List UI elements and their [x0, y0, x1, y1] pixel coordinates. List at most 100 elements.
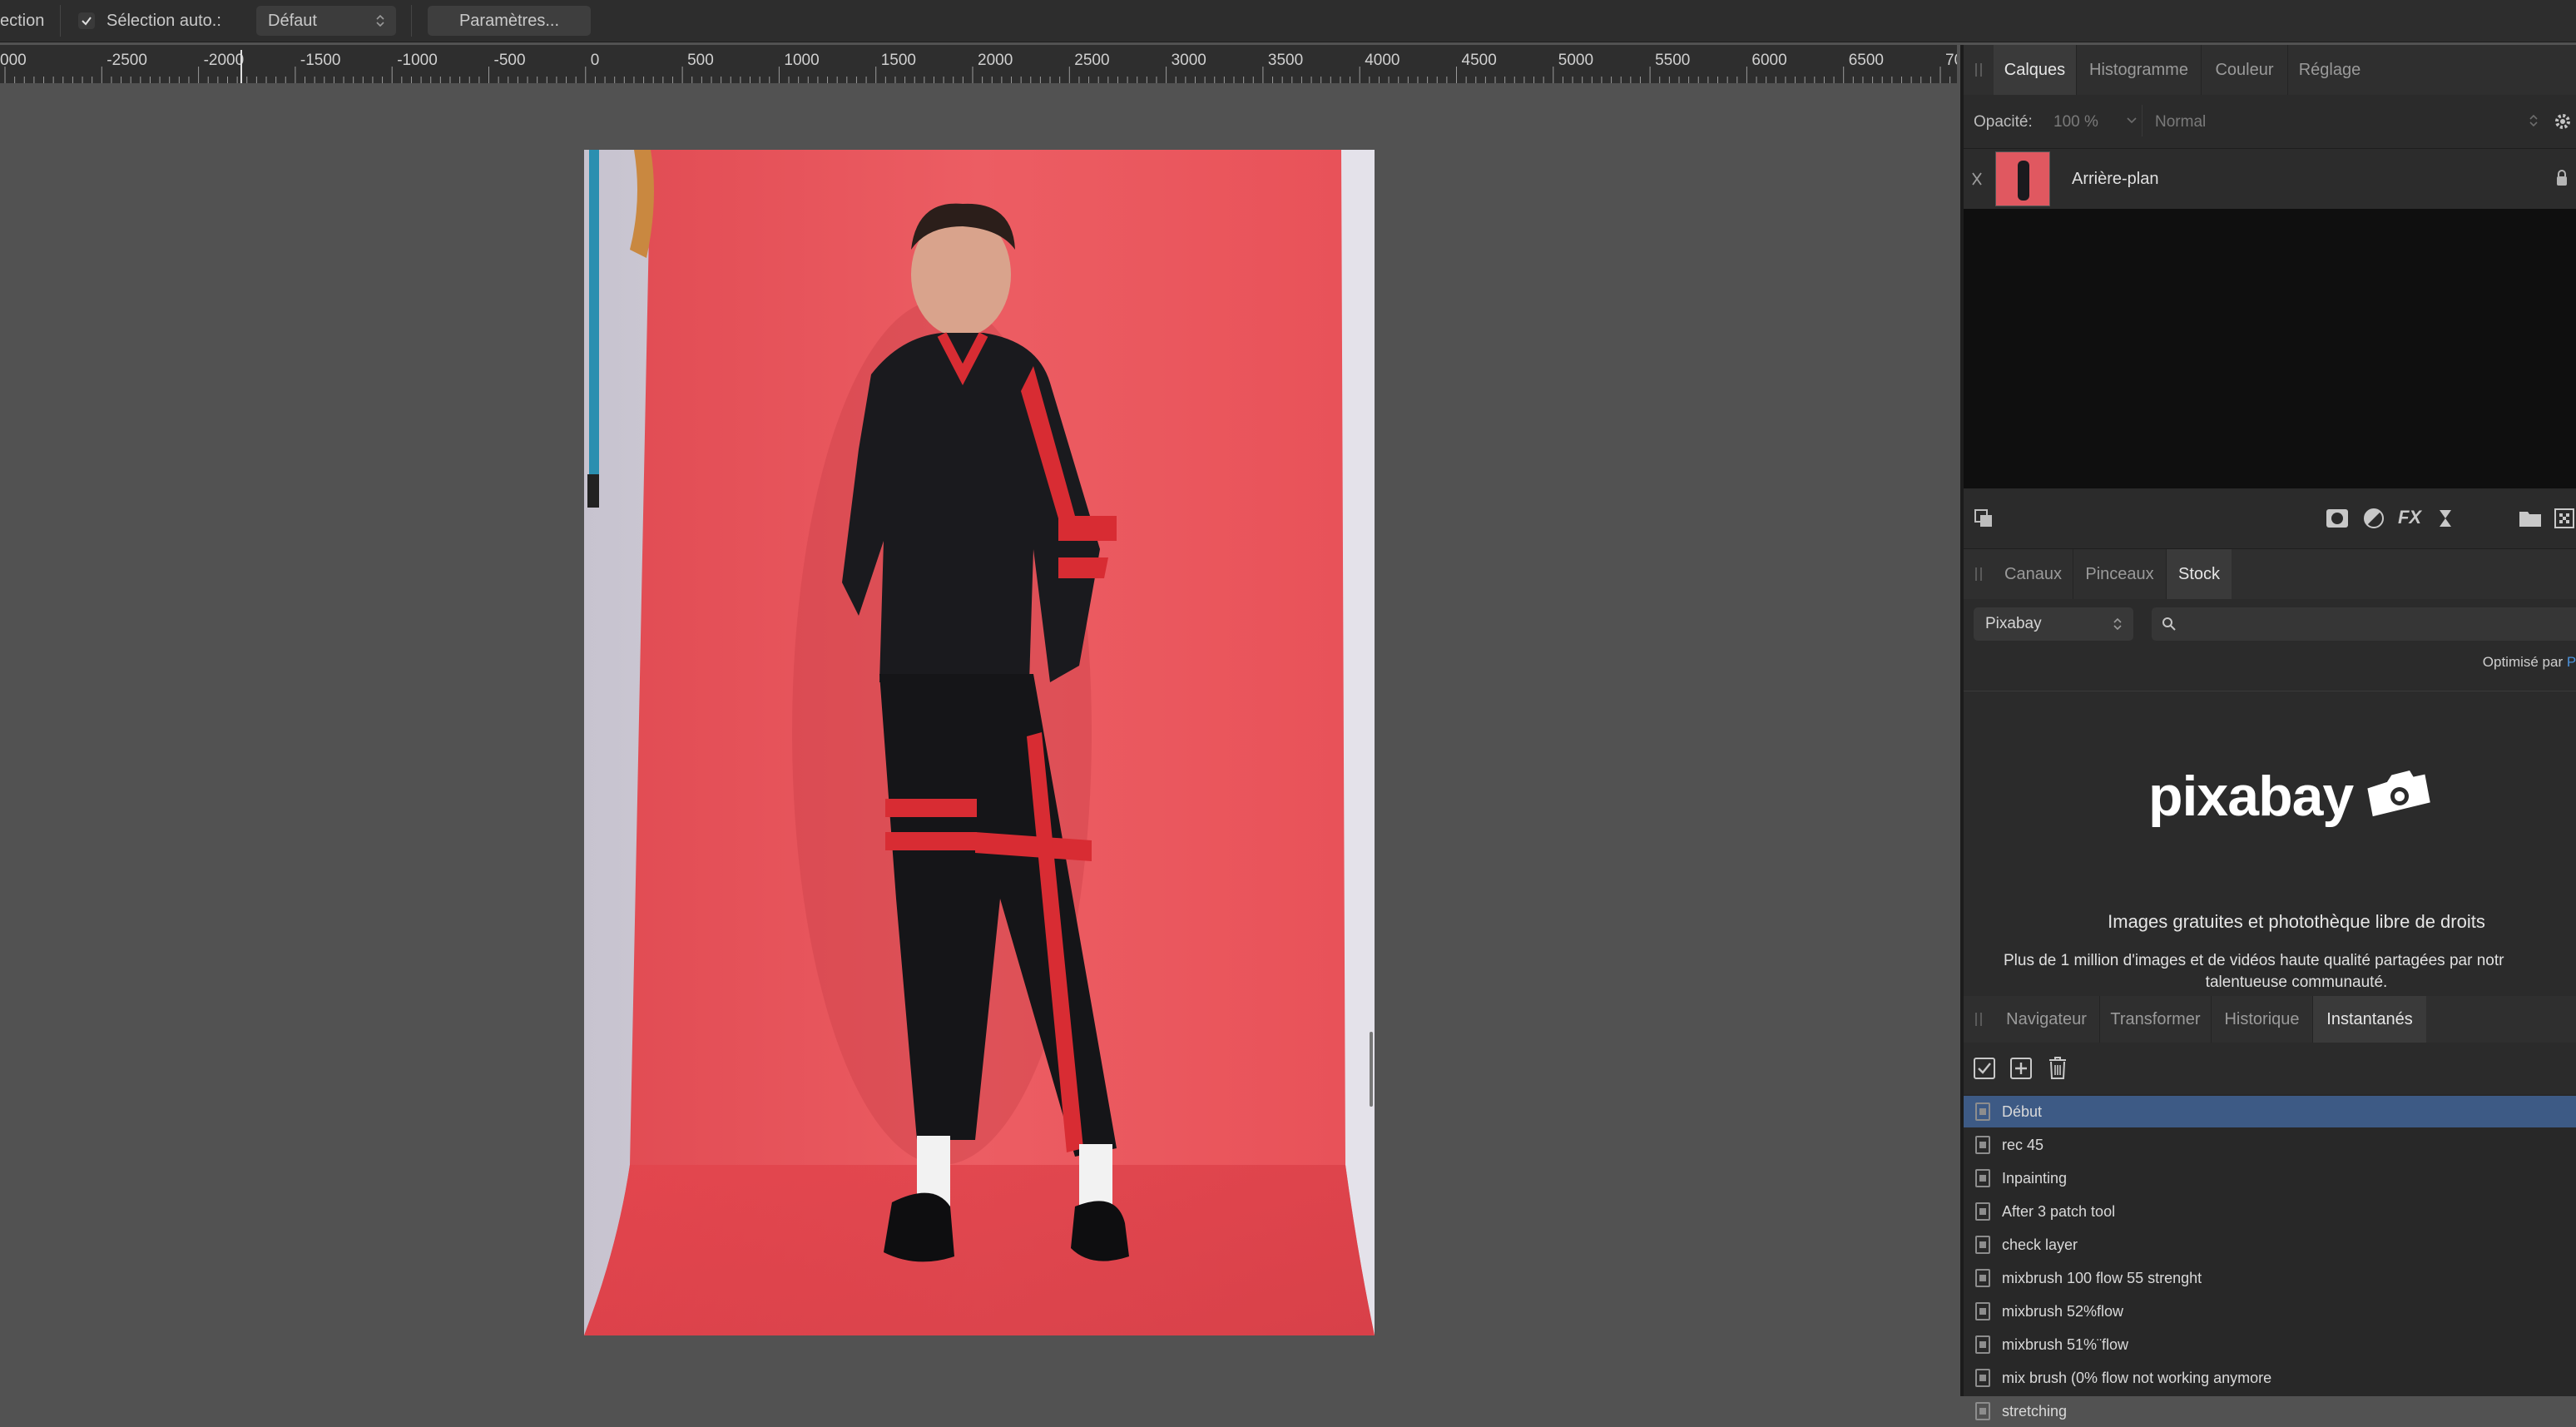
- ruler-label: 000: [0, 52, 27, 69]
- layer-thumbnail[interactable]: [1995, 151, 2050, 206]
- auto-select-checkbox[interactable]: [78, 12, 95, 29]
- stock-search-input[interactable]: [2152, 607, 2576, 641]
- tab-stock[interactable]: Stock: [2167, 549, 2232, 599]
- ruler-label: 3500: [1268, 52, 1303, 69]
- tab-adjustment[interactable]: Réglage: [2288, 45, 2371, 95]
- snapshot-icon: [1975, 1169, 1990, 1187]
- tab-navigator[interactable]: Navigateur: [1994, 996, 2100, 1043]
- ruler-label: 6000: [1751, 52, 1786, 69]
- powered-by-link[interactable]: Pi: [2567, 654, 2576, 670]
- folder-icon[interactable]: [2518, 507, 2543, 530]
- canvas-scroll-indicator[interactable]: [1370, 1032, 1373, 1107]
- auto-select-label: Sélection auto.:: [107, 11, 221, 30]
- auto-select-toggle[interactable]: Sélection auto.:: [78, 0, 221, 42]
- tab-brushes[interactable]: Pinceaux: [2073, 549, 2167, 599]
- snapshot-item-debut[interactable]: Début: [1964, 1096, 2576, 1127]
- panel-grip-icon[interactable]: [1975, 63, 1982, 77]
- photo-image: [584, 150, 1375, 1335]
- ruler-label: -1000: [397, 52, 438, 69]
- snapshot-icon: [1975, 1402, 1990, 1420]
- layers-actions-bar: FX: [1964, 488, 2576, 549]
- opacity-value[interactable]: 100 %: [2053, 113, 2098, 131]
- snapshot-label: Début: [2002, 1102, 2043, 1120]
- stock-provider-value: Pixabay: [1985, 615, 2042, 632]
- tab-layers[interactable]: Calques: [1994, 45, 2077, 95]
- tool-name-label: ection: [0, 11, 45, 30]
- stock-controls: Pixabay Optimisé par Pi: [1964, 599, 2576, 691]
- right-studio-panels: Calques Histogramme Couleur Réglage Opac…: [1960, 45, 2576, 1420]
- snapshot-label: After 3 patch tool: [2002, 1202, 2116, 1220]
- gear-icon[interactable]: [2551, 110, 2574, 133]
- search-icon: [2162, 617, 2176, 631]
- fx-icon[interactable]: FX: [2396, 505, 2423, 530]
- stock-promo: pixabay Images gratuites et photothèque …: [1964, 691, 2576, 996]
- blend-mode-value[interactable]: Normal: [2155, 113, 2206, 131]
- adjustment-icon[interactable]: [2361, 507, 2386, 530]
- layers-panel-tabs: Calques Histogramme Couleur Réglage: [1964, 45, 2576, 96]
- ruler-label: -1500: [300, 52, 341, 69]
- ruler-label: 3000: [1172, 52, 1206, 69]
- snapshot-icon: [1975, 1302, 1990, 1320]
- snapshot-icon: [1975, 1369, 1990, 1387]
- snapshot-item[interactable]: mix brush (0% flow not working anymore: [1964, 1362, 2576, 1394]
- snapshots-list: Début rec 45 Inpainting After 3 patch to…: [1964, 1094, 2576, 1420]
- checkmark-icon: [82, 17, 92, 26]
- snapshot-item[interactable]: After 3 patch tool: [1964, 1196, 2576, 1227]
- layer-expand-icon[interactable]: [1969, 169, 1985, 189]
- snapshot-icon: [1975, 1269, 1990, 1287]
- snapshot-label: mixbrush 100 flow 55 strenght: [2002, 1269, 2202, 1286]
- add-snapshot-icon[interactable]: [2009, 1056, 2034, 1081]
- camera-icon: [2367, 770, 2430, 817]
- layer-row[interactable]: Arrière-plan: [1964, 149, 2576, 209]
- layer-copy-icon[interactable]: [1972, 507, 1995, 530]
- snapshot-item[interactable]: rec 45: [1964, 1129, 2576, 1161]
- tab-transform[interactable]: Transformer: [2100, 996, 2212, 1043]
- ruler-label: 1000: [784, 52, 819, 69]
- updown-chevron-icon: [2113, 617, 2122, 631]
- ruler-label: -2000: [204, 52, 245, 69]
- hourglass-icon[interactable]: [2435, 507, 2456, 530]
- stock-provider-dropdown[interactable]: Pixabay: [1974, 607, 2133, 641]
- snapshot-item[interactable]: mixbrush 52%flow: [1964, 1296, 2576, 1327]
- pixabay-logo-text: pixabay: [2148, 765, 2354, 828]
- ruler-label: 4000: [1365, 52, 1399, 69]
- toolbar-divider: [60, 5, 61, 37]
- stock-description-line2: talentueuse communauté.: [2205, 974, 2388, 991]
- updown-chevron-icon[interactable]: [2528, 111, 2539, 130]
- snapshot-item[interactable]: stretching: [1964, 1395, 2576, 1427]
- ruler-label: 500: [687, 52, 714, 69]
- pixel-layer-icon[interactable]: [2553, 507, 2576, 530]
- tab-history[interactable]: Historique: [2212, 996, 2313, 1043]
- tab-histogram[interactable]: Histogramme: [2077, 45, 2202, 95]
- document-photo[interactable]: [584, 150, 1375, 1335]
- ruler-label: 5500: [1655, 52, 1690, 69]
- snapshot-item[interactable]: mixbrush 100 flow 55 strenght: [1964, 1262, 2576, 1294]
- tab-color[interactable]: Couleur: [2202, 45, 2288, 95]
- snapshot-item[interactable]: check layer: [1964, 1229, 2576, 1261]
- snapshot-label: mixbrush 52%flow: [2002, 1302, 2124, 1320]
- snapshot-label: check layer: [2002, 1236, 2078, 1253]
- snapshot-item[interactable]: Inpainting: [1964, 1162, 2576, 1194]
- document-canvas[interactable]: [0, 83, 1957, 1396]
- chevron-down-icon[interactable]: [2125, 111, 2138, 130]
- snapshot-icon: [1975, 1236, 1990, 1254]
- ruler-ticks: 000 -2500 -2000 -1500 -1000 -500 0 500 1000 1500 2…: [0, 50, 1957, 83]
- trash-icon[interactable]: [2045, 1054, 2070, 1081]
- powered-by-line: Optimisé par Pi: [2483, 654, 2576, 671]
- restore-snapshot-icon[interactable]: [1972, 1056, 1997, 1081]
- snapshot-item[interactable]: mixbrush 51%¨flow: [1964, 1329, 2576, 1360]
- tab-snapshots[interactable]: Instantanés: [2313, 996, 2426, 1043]
- panel-grip-icon[interactable]: [1975, 567, 1982, 581]
- tab-channels[interactable]: Canaux: [1994, 549, 2073, 599]
- ruler-label: 4500: [1462, 52, 1497, 69]
- snapshots-panel-tabs: Navigateur Transformer Historique Instan…: [1964, 996, 2576, 1043]
- mask-icon[interactable]: [2325, 507, 2350, 530]
- updown-chevron-icon: [376, 14, 384, 27]
- settings-button[interactable]: Paramètres...: [428, 6, 591, 36]
- layer-name[interactable]: Arrière-plan: [2072, 170, 2158, 189]
- panel-grip-icon[interactable]: [1975, 1013, 1982, 1026]
- pixabay-logo: pixabay: [2148, 768, 2433, 825]
- auto-select-dropdown[interactable]: Défaut: [256, 6, 396, 36]
- divider: [2142, 105, 2143, 136]
- lock-icon[interactable]: [2553, 167, 2571, 189]
